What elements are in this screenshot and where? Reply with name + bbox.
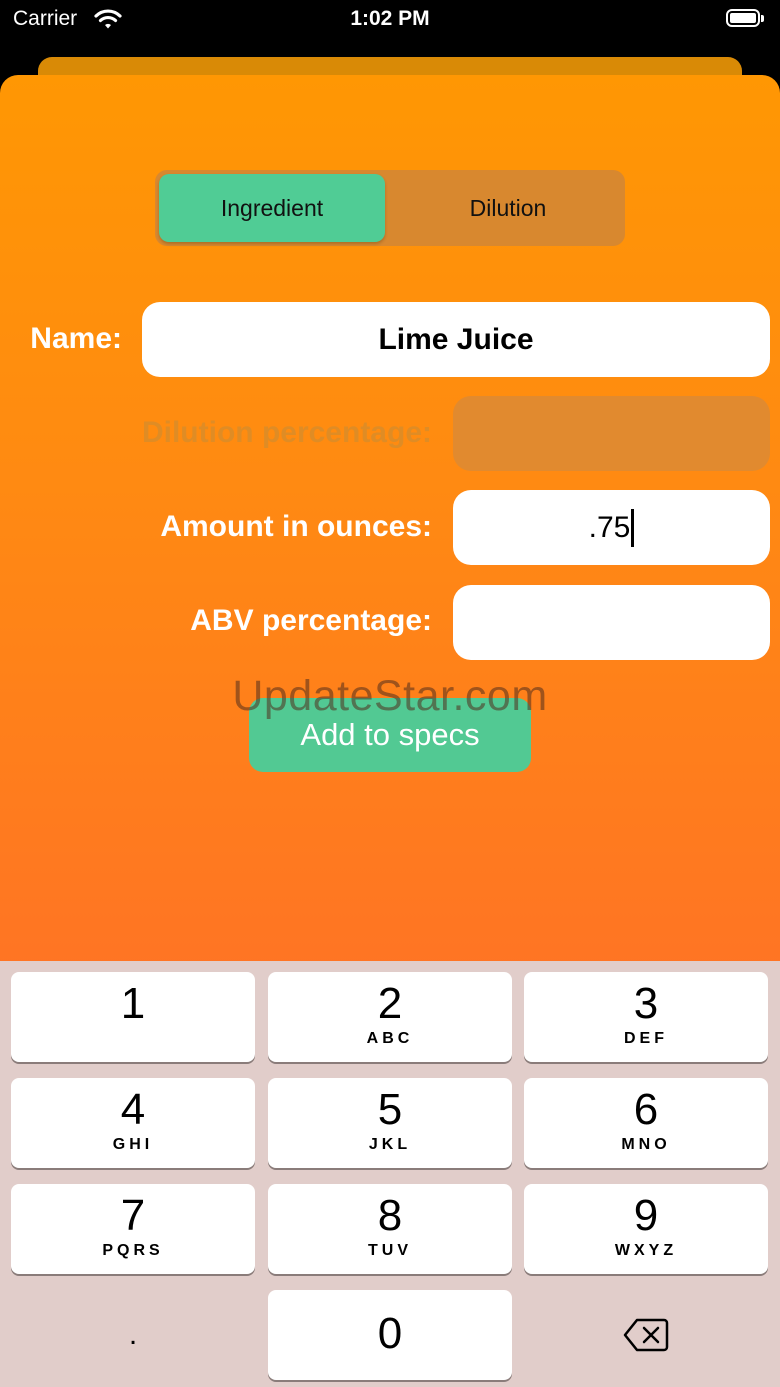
amount-value: .75 [588, 510, 631, 544]
key-letters: ABC [366, 1030, 414, 1047]
key-digit: 6 [633, 1085, 659, 1134]
name-label: Name: [30, 322, 122, 355]
key-7[interactable]: 7 PQRS [11, 1184, 255, 1274]
key-digit: 4 [120, 1085, 146, 1134]
key-digit: 0 [377, 1309, 403, 1358]
key-letters: JKL [368, 1136, 412, 1153]
key-letters: WXYZ [614, 1242, 678, 1259]
key-digit: 3 [633, 979, 659, 1028]
key-8[interactable]: 8 TUV [268, 1184, 512, 1274]
key-1[interactable]: 1 [11, 972, 255, 1062]
amount-field[interactable]: .75 [453, 490, 770, 565]
dilution-percentage-field [453, 396, 770, 471]
key-letters: MNO [621, 1136, 671, 1153]
key-3[interactable]: 3 DEF [524, 972, 768, 1062]
segment-dilution[interactable]: Dilution [395, 174, 621, 242]
amount-label: Amount in ounces: [160, 510, 432, 543]
status-bar: Carrier 1:02 PM [0, 0, 780, 40]
key-digit: 2 [377, 979, 403, 1028]
delete-key[interactable] [524, 1290, 768, 1380]
key-4[interactable]: 4 GHI [11, 1078, 255, 1168]
battery-icon [726, 9, 766, 29]
segmented-control: Ingredient Dilution [155, 170, 625, 246]
key-letters: PQRS [102, 1242, 164, 1259]
clock: 1:02 PM [350, 7, 430, 30]
key-digit: 7 [120, 1191, 146, 1240]
key-digit: 9 [633, 1191, 659, 1240]
add-to-specs-label: Add to specs [300, 717, 480, 752]
backspace-icon [623, 1318, 669, 1352]
key-digit: 1 [120, 979, 146, 1028]
abv-label: ABV percentage: [190, 604, 432, 637]
key-2[interactable]: 2 ABC [268, 972, 512, 1062]
abv-field[interactable] [453, 585, 770, 660]
text-cursor [631, 508, 635, 547]
name-field[interactable]: Lime Juice [142, 302, 770, 377]
key-digit: 5 [377, 1085, 403, 1134]
key-6[interactable]: 6 MNO [524, 1078, 768, 1168]
key-digit: 8 [377, 1191, 403, 1240]
key-letters: GHI [112, 1136, 154, 1153]
key-5[interactable]: 5 JKL [268, 1078, 512, 1168]
key-letters: TUV [368, 1242, 412, 1259]
key-0[interactable]: 0 [268, 1290, 512, 1380]
key-9[interactable]: 9 WXYZ [524, 1184, 768, 1274]
dilution-percentage-label: Dilution percentage: [141, 416, 432, 449]
name-value: Lime Juice [378, 322, 534, 356]
add-to-specs-button[interactable]: Add to specs [249, 698, 531, 772]
key-decimal[interactable]: . [11, 1290, 255, 1380]
segment-ingredient[interactable]: Ingredient [159, 174, 385, 242]
key-letters: DEF [624, 1030, 668, 1047]
